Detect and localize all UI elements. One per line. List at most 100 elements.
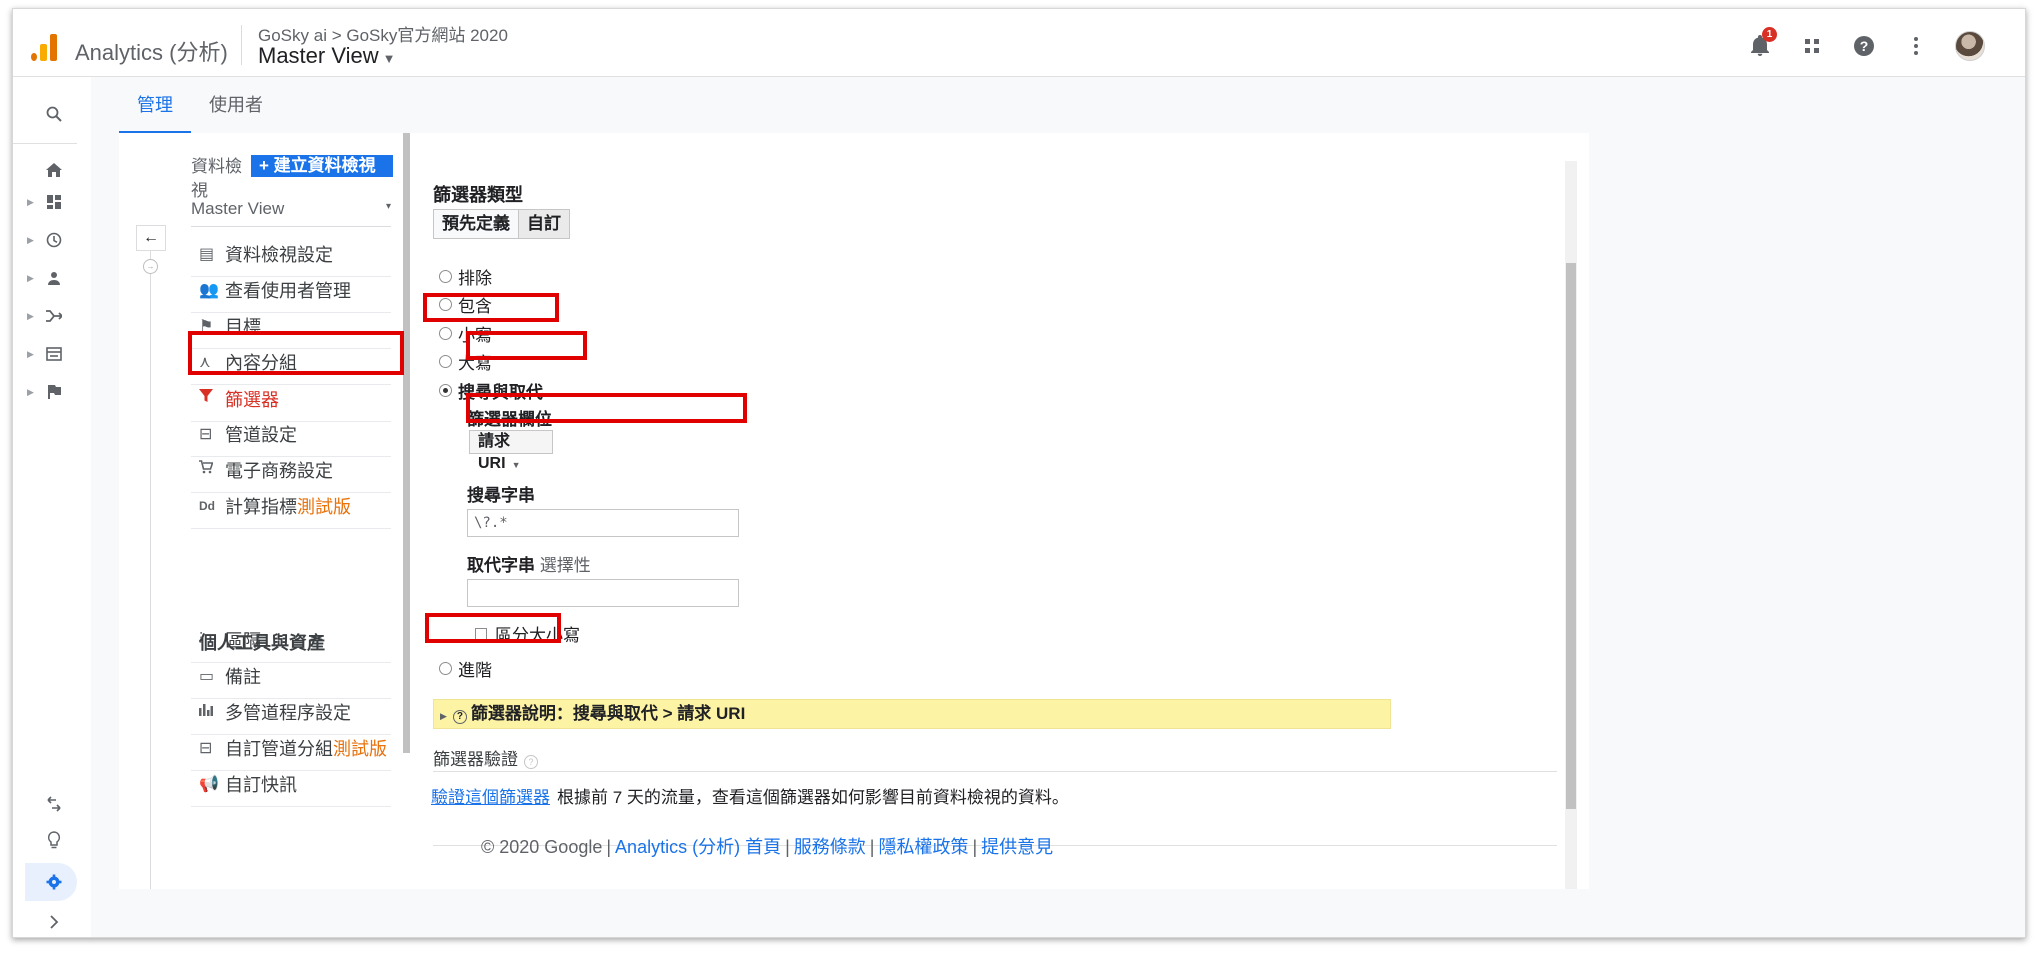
nav-item-custom-alerts[interactable]: 📢 自訂快訊 xyxy=(191,761,391,807)
forward-arrow-icon[interactable]: → xyxy=(143,259,158,274)
nav-item-calculated-metrics[interactable]: Dd 計算指標 測試版 xyxy=(191,483,391,529)
document-icon: ▤ xyxy=(199,245,215,263)
nav-scrollbar[interactable] xyxy=(403,133,410,753)
view-dropdown[interactable]: Master View ▾ xyxy=(191,199,391,227)
verify-filter-link[interactable]: 驗證這個篩選器 xyxy=(431,783,550,808)
apps-grid-icon[interactable] xyxy=(1799,33,1825,59)
view-settings-nav: 資料檢視 + 建立資料檢視 Master View ▾ ▤ 資料檢視設定 👥 查… xyxy=(183,133,393,889)
behavior-icon[interactable] xyxy=(43,343,65,365)
acquisition-icon[interactable] xyxy=(43,305,65,327)
filter-field-value: 請求 URI xyxy=(478,433,511,472)
home-icon[interactable] xyxy=(43,159,65,181)
expand-arrow-icon[interactable]: ▶ xyxy=(27,349,34,360)
filter-verification-title: 篩選器驗證? xyxy=(433,745,538,770)
filter-explanation-bar[interactable]: ▶? 篩選器說明：搜尋與取代 > 請求 URI xyxy=(433,699,1391,729)
optional-tag: 選擇性 xyxy=(539,556,591,575)
nav-item-label: 區隔 xyxy=(225,630,261,651)
header-actions: 1 ? xyxy=(1747,27,1985,61)
chevron-down-icon: ▾ xyxy=(385,201,391,212)
chevron-down-icon: ▼ xyxy=(382,51,396,66)
radio-button[interactable] xyxy=(439,326,452,340)
highlight-filters-nav xyxy=(188,331,404,375)
clock-icon[interactable] xyxy=(43,229,65,251)
megaphone-icon: 📢 xyxy=(199,775,219,793)
left-nav-rail: ▶ ▶ ▶ ▶ ▶ ▶ xyxy=(13,77,91,937)
beta-badge: 測試版 xyxy=(297,496,351,517)
filter-explanation-text: 篩選器說明：搜尋與取代 > 請求 URI xyxy=(470,704,746,723)
tab-user[interactable]: 使用者 xyxy=(191,77,281,133)
nav-item-label: 管道設定 xyxy=(225,424,297,445)
custom-channel-icon: ⊟ xyxy=(199,739,213,757)
radio-button[interactable] xyxy=(439,269,452,283)
option-exclude[interactable]: 排除 xyxy=(439,263,492,289)
form-scrollbar-thumb[interactable] xyxy=(1566,263,1576,809)
expand-icon[interactable] xyxy=(43,911,65,933)
column-connector xyxy=(150,251,151,889)
nav-item-label: 自訂管道分組 xyxy=(225,738,333,759)
app-window: Analytics (分析) GoSky ai > GoSky官方網站 2020… xyxy=(12,8,2026,938)
highlight-search-replace xyxy=(423,293,559,322)
more-vert-icon[interactable] xyxy=(1903,33,1929,59)
discover-icon[interactable] xyxy=(43,829,65,851)
dashboard-icon[interactable] xyxy=(43,191,65,213)
flag-icon[interactable] xyxy=(43,381,65,403)
footer-link-privacy[interactable]: 隱私權政策 xyxy=(878,837,968,857)
tab-admin[interactable]: 管理 xyxy=(119,77,191,133)
avatar[interactable] xyxy=(1955,31,1985,61)
svg-text:?: ? xyxy=(1860,38,1869,54)
nav-item-label: 篩選器 xyxy=(225,389,279,410)
search-string-label: 搜尋字串 xyxy=(467,486,535,505)
option-label: 進階 xyxy=(458,660,492,680)
person-icon[interactable] xyxy=(43,267,65,289)
help-icon[interactable]: ? xyxy=(524,755,538,769)
radio-button-selected[interactable] xyxy=(439,383,452,397)
nav-item-label: 自訂快訊 xyxy=(225,774,297,795)
analytics-logo-icon xyxy=(31,33,59,61)
view-selector[interactable]: Master View ▼ xyxy=(258,43,396,69)
highlight-filter-field xyxy=(466,331,587,360)
expand-arrow-icon[interactable]: ▶ xyxy=(27,235,34,246)
view-column-label: 資料檢視 xyxy=(191,157,242,200)
segments-icon: ⫶ xyxy=(199,630,204,648)
replace-string-input[interactable] xyxy=(467,579,739,607)
beta-badge: 測試版 xyxy=(333,738,387,759)
top-header: Analytics (分析) GoSky ai > GoSky官方網站 2020… xyxy=(13,9,2025,77)
footer-links: © 2020 Google | Analytics (分析) 首頁 | 服務條款 | 隱私權… xyxy=(481,837,1054,857)
chevron-down-icon: ▼ xyxy=(511,460,521,470)
expand-arrow-icon[interactable]: ▶ xyxy=(27,311,34,322)
rail-divider xyxy=(13,143,77,144)
nav-item-label: 資料檢視設定 xyxy=(225,244,333,265)
option-advanced[interactable]: 進階 xyxy=(439,655,492,681)
attribution-icon[interactable] xyxy=(43,793,65,815)
notification-badge: 1 xyxy=(1762,27,1777,42)
people-icon: 👥 xyxy=(199,281,219,299)
predefined-button[interactable]: 預先定義 xyxy=(434,210,518,238)
filter-type-toggle: 預先定義 自訂 xyxy=(433,209,570,239)
radio-button[interactable] xyxy=(439,661,452,675)
annotation-icon: ▭ xyxy=(199,667,215,685)
radio-button[interactable] xyxy=(439,354,452,368)
filter-icon xyxy=(191,389,225,408)
footer-link-terms[interactable]: 服務條款 xyxy=(794,837,866,857)
expand-arrow-icon[interactable]: ▶ xyxy=(27,197,34,208)
main-content: 管理 使用者 ← → 資料檢視 + 建立資料檢視 Master View ▾ ▤… xyxy=(91,77,2025,937)
custom-button[interactable]: 自訂 xyxy=(518,210,569,238)
search-icon[interactable] xyxy=(43,103,65,125)
settings-icon[interactable] xyxy=(43,871,65,893)
copyright-text: © 2020 Google xyxy=(481,837,603,857)
expand-arrow-icon: ▶ xyxy=(440,711,447,721)
back-arrow-icon[interactable]: ← xyxy=(136,225,166,251)
expand-arrow-icon[interactable]: ▶ xyxy=(27,273,34,284)
product-name: Analytics (分析) xyxy=(75,40,228,65)
expand-arrow-icon[interactable]: ▶ xyxy=(27,387,34,398)
filter-type-title: 篩選器類型 xyxy=(433,185,523,205)
footer-link-feedback[interactable]: 提供意見 xyxy=(981,837,1053,857)
notification-bell-icon[interactable]: 1 xyxy=(1747,27,1777,59)
search-string-input[interactable]: \?.* xyxy=(467,509,739,537)
header-divider xyxy=(241,25,242,65)
admin-tabs: 管理 使用者 xyxy=(119,77,281,133)
filter-field-dropdown[interactable]: 請求 URI ▼ xyxy=(469,430,553,472)
footer-link-home[interactable]: Analytics (分析) 首頁 xyxy=(615,837,781,857)
create-view-button[interactable]: + 建立資料檢視 xyxy=(251,155,393,177)
help-icon[interactable]: ? xyxy=(1851,33,1877,59)
